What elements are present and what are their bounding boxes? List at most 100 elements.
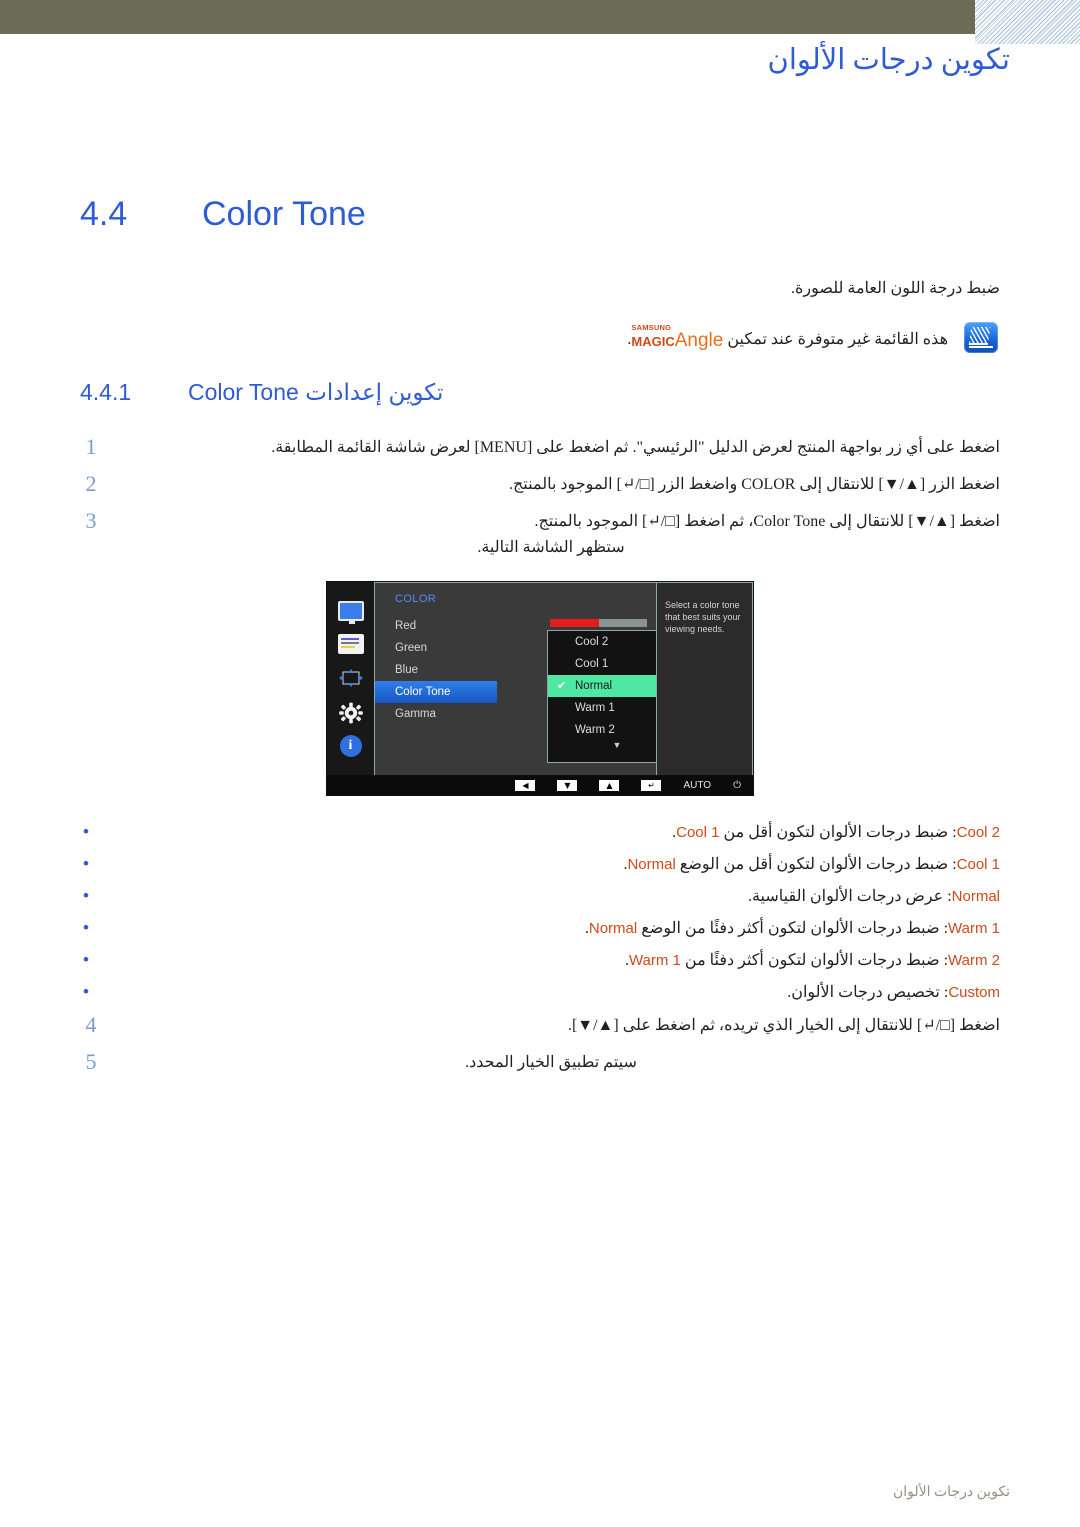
osd-red-slider-fill	[550, 619, 599, 627]
bullet-dot: •	[83, 950, 89, 969]
left-arrow-button[interactable]: ◀	[515, 779, 536, 791]
magic-angle-wordmark: SAMSUNG MAGICAngle	[631, 323, 724, 352]
option-name: Warm 2	[948, 952, 1000, 969]
step-text: اضغط [▲/▼] للانتقال إلى Color Tone، ثم ا…	[102, 510, 1000, 559]
list-item: • Warm 1: ضبط درجات الألوان لتكون أكثر د…	[80, 918, 1000, 940]
osd-item-green[interactable]: Green	[375, 637, 495, 659]
option-desc: : تخصيص درجات الألوان.	[787, 984, 949, 1001]
option-name: Normal	[951, 888, 1000, 905]
list-item-text: Warm 2: ضبط درجات الألوان لتكون أكثر دفئ…	[92, 950, 1000, 972]
step-item: 2 اضغط الزر [▲/▼] للانتقال إلى COLOR واض…	[80, 471, 1001, 496]
list-item: • Cool 1: ضبط درجات الألوان لتكون أقل من…	[80, 854, 1000, 876]
subsection-title: تكوين إعدادات Color Tone	[188, 379, 443, 406]
section-lead-text: ضبط درجة اللون العامة للصورة.	[790, 280, 1000, 297]
osd-option-normal-label: Normal	[575, 680, 613, 692]
section-heading: 4.4 Color Tone	[80, 195, 1000, 234]
bullet-dot: •	[83, 854, 89, 873]
step-subtext: ستظهر الشاشة التالية.	[477, 539, 625, 556]
step-number: 4	[85, 1012, 97, 1037]
step-item: 5 سيتم تطبيق الخيار المحدد.	[80, 1051, 1000, 1074]
page-title: تكوين درجات الألوان	[767, 44, 1010, 76]
osd-menu-panel: COLOR Red Green Blue Color Tone Gamma 50…	[374, 582, 753, 777]
step-text: اضغط الزر [▲/▼] للانتقال إلى COLOR واضغط…	[102, 473, 1000, 496]
step-text-body: اضغط الزر [▲/▼] للانتقال إلى COLOR واضغط…	[508, 476, 1000, 493]
osd-item-color-tone[interactable]: Color Tone	[375, 681, 497, 703]
osd-screenshot-figure: i COLOR Red Green Blue Color Tone Gamma …	[80, 581, 1000, 796]
bullet-dot: •	[83, 886, 89, 905]
option-ref: Warm 1	[628, 952, 681, 969]
osd-menu-items: Red Green Blue Color Tone Gamma	[375, 615, 497, 725]
step-text: سيتم تطبيق الخيار المحدد.	[102, 1051, 1000, 1074]
list-item-text: Cool 2: ضبط درجات الألوان لتكون أقل من C…	[92, 822, 1000, 844]
osd-item-red[interactable]: Red	[375, 615, 495, 637]
move-arrows-icon[interactable]	[338, 668, 364, 688]
monitor-icon[interactable]	[337, 600, 364, 624]
magic-wordmark: MAGIC	[631, 333, 675, 349]
up-arrow-button[interactable]: ▲	[599, 779, 620, 791]
auto-button[interactable]: AUTO	[683, 780, 711, 791]
list-item: • Custom: تخصيص درجات الألوان.	[80, 982, 1000, 1004]
list-item-text: Warm 1: ضبط درجات الألوان لتكون أكثر دفئ…	[92, 918, 1000, 940]
step-number: 5	[85, 1049, 97, 1074]
option-desc: : ضبط درجات الألوان لتكون أقل من الوضع	[675, 856, 957, 873]
option-name: Cool 2	[956, 824, 1000, 841]
osd-help-text: Select a color tone that best suits your…	[656, 583, 752, 777]
subsection-title-en: Color Tone	[188, 379, 299, 405]
enter-button[interactable]: ↵	[641, 779, 662, 791]
magic-angle-note-text: هذه القائمة غير متوفرة عند تمكين SAMSUNG…	[627, 323, 948, 352]
page-footer: تكوين درجات الألوان	[892, 1485, 1010, 1500]
osd-item-blue[interactable]: Blue	[375, 659, 495, 681]
list-item: • Normal: عرض درجات الألوان القياسية.	[80, 886, 1000, 908]
picture-lines-icon[interactable]	[337, 634, 364, 655]
osd-red-slider[interactable]	[550, 619, 647, 627]
osd-monitor-screen: i COLOR Red Green Blue Color Tone Gamma …	[326, 581, 754, 796]
step-item: 1 اضغط على أي زر بواجهة المنتج لعرض الدل…	[80, 434, 1001, 459]
section-title: Color Tone	[202, 195, 366, 233]
bullet-dot: •	[83, 822, 89, 841]
step-number: 2	[85, 471, 97, 496]
list-item-text: Normal: عرض درجات الألوان القياسية.	[92, 886, 1000, 908]
option-ref: Normal	[627, 856, 676, 873]
steps-list-bottom: 4 اضغط [□/↵] للانتقال إلى الخيار الذي تر…	[80, 1012, 1001, 1074]
step-number: 3	[85, 508, 97, 533]
step-number: 1	[85, 434, 97, 459]
step-text-body: سيتم تطبيق الخيار المحدد.	[465, 1054, 637, 1071]
magic-angle-icon	[964, 322, 998, 353]
option-name: Cool 1	[956, 856, 1000, 873]
option-ref: Normal	[588, 920, 638, 937]
step-text-body: اضغط [▲/▼] للانتقال إلى Color Tone، ثم ا…	[534, 513, 1000, 530]
power-icon[interactable]: ⏻	[733, 780, 741, 791]
down-arrow-button[interactable]: ▼	[557, 779, 578, 791]
steps-list-top: 1 اضغط على أي زر بواجهة المنتج لعرض الدل…	[80, 434, 1001, 559]
bullet-dot: •	[83, 982, 89, 1001]
osd-item-gamma[interactable]: Gamma	[375, 703, 495, 725]
list-item: • Warm 2: ضبط درجات الألوان لتكون أكثر د…	[80, 950, 1000, 972]
option-desc: : ضبط درجات الألوان لتكون أكثر دفئًا من …	[637, 920, 949, 937]
option-desc: : ضبط درجات الألوان لتكون أكثر دفئًا من	[680, 952, 949, 969]
check-icon: ✔	[557, 680, 567, 692]
option-name: Warm 1	[948, 920, 1000, 937]
subsection-number: 4.4.1	[80, 379, 132, 405]
gear-icon[interactable]	[338, 702, 364, 723]
info-icon[interactable]: i	[339, 735, 362, 758]
top-bar-solid	[0, 0, 975, 34]
subsection-title-ar: تكوين إعدادات	[305, 379, 444, 405]
osd-icon-sidebar: i	[327, 582, 374, 776]
option-desc: : عرض درجات الألوان القياسية.	[747, 888, 952, 905]
step-text: اضغط على أي زر بواجهة المنتج لعرض الدليل…	[102, 436, 1000, 459]
step-text-body: اضغط [□/↵] للانتقال إلى الخيار الذي تريد…	[567, 1017, 1000, 1034]
step-item: 3 اضغط [▲/▼] للانتقال إلى Color Tone، ثم…	[80, 508, 1001, 559]
color-tone-options-list: • Cool 2: ضبط درجات الألوان لتكون أقل من…	[80, 822, 1000, 1004]
magic-angle-note-prefix: هذه القائمة غير متوفرة عند تمكين	[727, 330, 948, 348]
page-content: 4.4 Color Tone ضبط درجة اللون العامة للص…	[80, 195, 1000, 1088]
option-desc: : ضبط درجات الألوان لتكون أقل من	[719, 824, 957, 841]
top-bar-stripes	[975, 0, 1080, 44]
bullet-dot: •	[83, 918, 89, 937]
subsection-heading: 4.4.1 تكوين إعدادات Color Tone	[80, 379, 1000, 406]
step-text: اضغط [□/↵] للانتقال إلى الخيار الذي تريد…	[102, 1014, 1000, 1037]
option-name: Custom	[948, 984, 1000, 1001]
top-decorative-bar	[0, 0, 1080, 44]
list-item-text: Cool 1: ضبط درجات الألوان لتكون أقل من ا…	[92, 854, 1000, 876]
list-item-text: Custom: تخصيص درجات الألوان.	[92, 982, 1000, 1004]
angle-wordmark: Angle	[674, 329, 724, 351]
